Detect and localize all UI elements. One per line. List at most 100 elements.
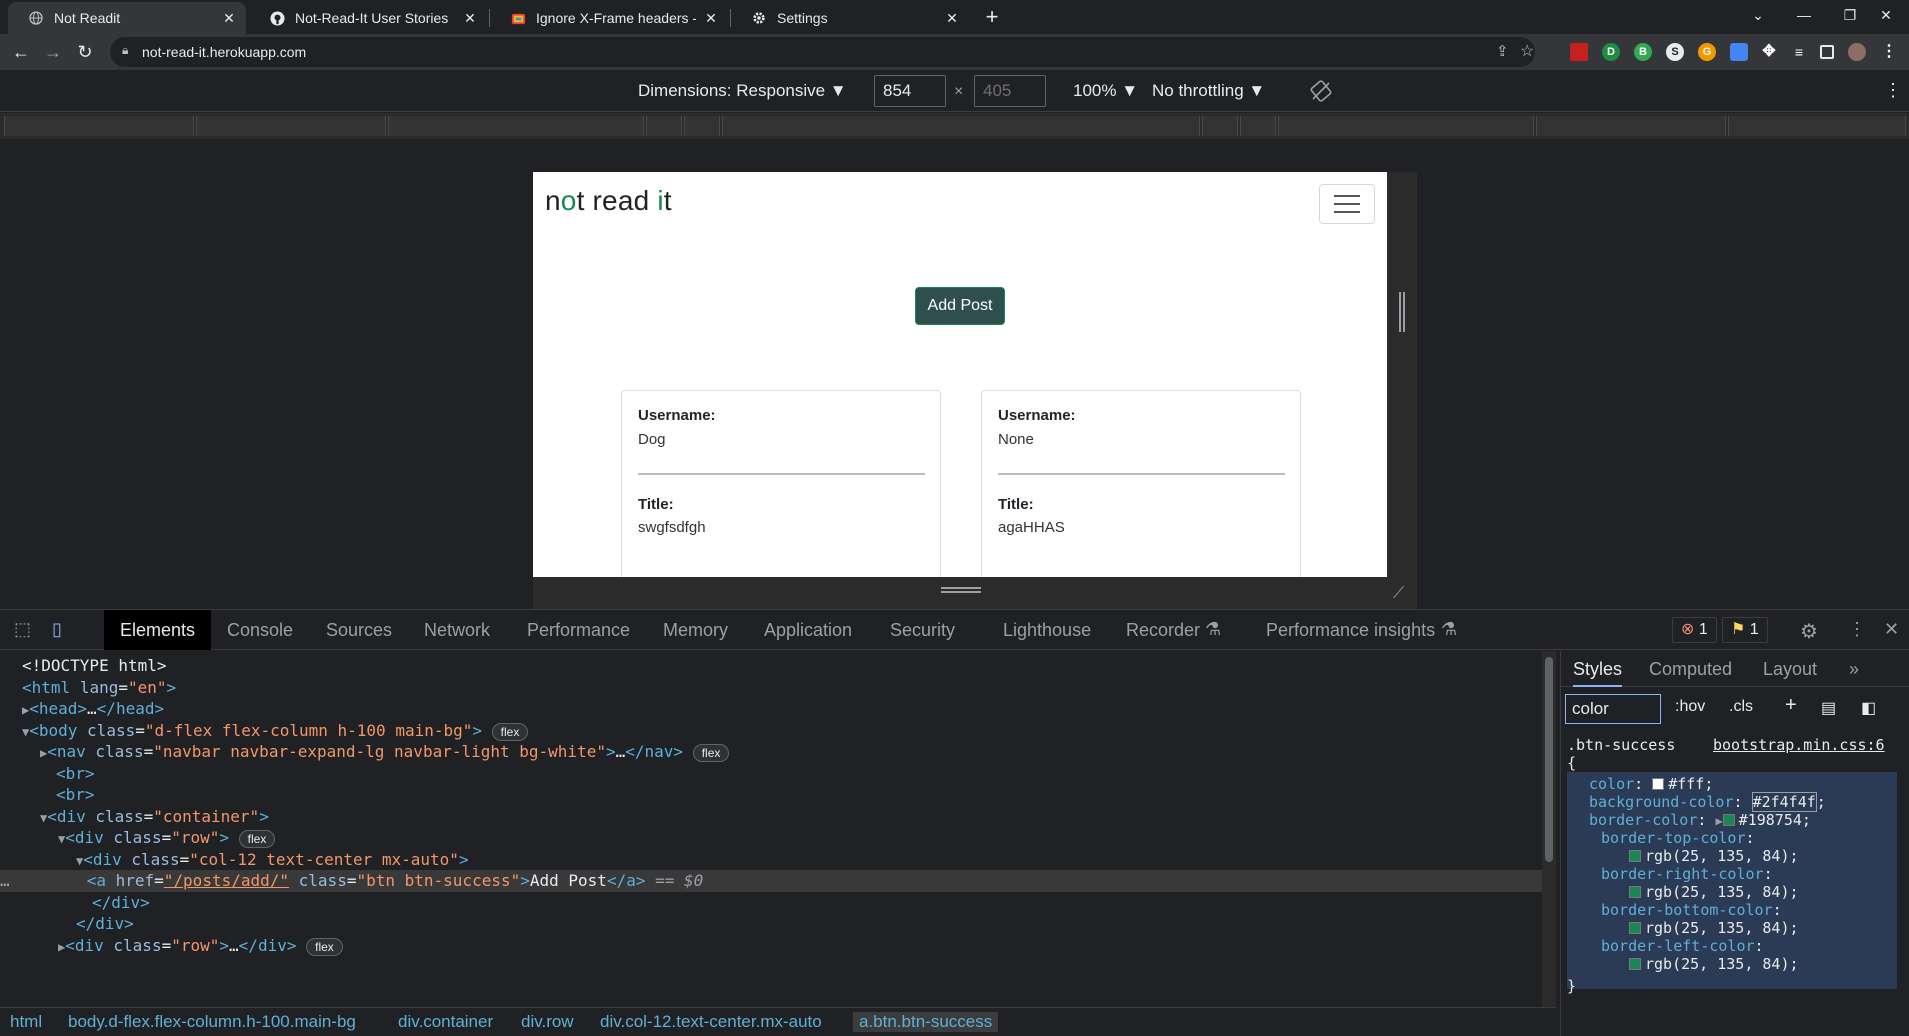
extension-b-icon[interactable]: B <box>1634 43 1652 61</box>
tab-computed[interactable]: Computed <box>1649 651 1732 687</box>
breadcrumb-item[interactable]: div.row <box>521 1012 574 1032</box>
tab-memory[interactable]: Memory <box>647 610 744 650</box>
settings-gear-icon[interactable]: ⚙ <box>1800 619 1818 644</box>
sidebar-toggle-icon[interactable]: ◧ <box>1861 698 1876 718</box>
dom-node[interactable]: ▼<div class="col-12 text-center mx-auto"… <box>76 849 469 871</box>
warning-count-badge[interactable]: ⚑ 1 <box>1722 617 1768 643</box>
color-declaration[interactable]: color: #fff; <box>1589 775 1713 793</box>
breadcrumb-item[interactable]: div.container <box>398 1012 493 1032</box>
rule-selector[interactable]: .btn-success <box>1567 736 1675 754</box>
new-tab-button[interactable]: + <box>978 4 1006 32</box>
width-input[interactable] <box>874 75 946 107</box>
tab-layout[interactable]: Layout <box>1763 651 1817 687</box>
breadcrumb-item[interactable]: body.d-flex.flex-column.h-100.main-bg <box>68 1012 356 1032</box>
tab-elements[interactable]: Elements <box>104 610 212 650</box>
border-bottom-color-value[interactable]: rgb(25, 135, 84); <box>1629 919 1799 937</box>
side-panel-icon[interactable] <box>1820 45 1834 59</box>
tab-console[interactable]: Console <box>211 610 309 650</box>
dom-node[interactable]: </div> <box>76 913 134 935</box>
device-toggle-icon[interactable]: ▯ <box>52 619 62 640</box>
add-post-button[interactable]: Add Post <box>915 287 1005 325</box>
browser-tab-ignore-xframe[interactable]: Ignore X-Frame headers - Chrom ✕ <box>490 2 728 34</box>
media-query-segment[interactable] <box>1202 116 1238 136</box>
extension-red-icon[interactable] <box>1570 43 1588 61</box>
dom-tree[interactable]: <!DOCTYPE html> <html lang="en"> ▶<head>… <box>0 651 1542 1007</box>
tab-sources[interactable]: Sources <box>310 610 408 650</box>
address-bar[interactable]: 🔒︎ not-read-it.herokuapp.com ⇪ ☆ <box>110 37 1535 67</box>
media-query-segment[interactable] <box>1536 116 1726 136</box>
share-icon[interactable]: ⇪ <box>1496 42 1509 60</box>
styles-filter-input[interactable] <box>1565 694 1661 724</box>
tab-application[interactable]: Application <box>748 610 868 650</box>
background-color-declaration[interactable]: background-color: #2f4f4f; <box>1589 792 1826 812</box>
tab-network[interactable]: Network <box>408 610 506 650</box>
more-options-icon[interactable]: ⋮ <box>1884 80 1902 101</box>
dimensions-select[interactable]: Dimensions: Responsive ▼ <box>638 81 847 101</box>
close-tab-icon[interactable]: ✕ <box>945 10 959 27</box>
dom-node[interactable]: ▼<body class="d-flex flex-column h-100 m… <box>22 720 529 742</box>
rule-source-link[interactable]: bootstrap.min.css:6 <box>1713 736 1885 754</box>
dom-node[interactable]: ▶<div class="row">…</div> flex <box>58 935 343 957</box>
media-query-segment[interactable] <box>646 116 682 136</box>
dom-node[interactable]: <!DOCTYPE html> <box>22 655 167 677</box>
more-options-icon[interactable]: ⋮ <box>1848 619 1866 640</box>
breadcrumb-item[interactable]: a.btn.btn-success <box>853 1012 999 1032</box>
extension-orange-icon[interactable]: G <box>1698 43 1716 61</box>
media-query-segment[interactable] <box>1278 116 1534 136</box>
dom-node[interactable]: ▼<div class="row"> flex <box>58 827 276 849</box>
more-tabs-icon[interactable]: » <box>1849 651 1859 687</box>
bookmark-star-icon[interactable]: ☆ <box>1520 41 1534 61</box>
border-right-color-value[interactable]: rgb(25, 135, 84); <box>1629 883 1799 901</box>
dom-node[interactable]: <br> <box>56 763 95 785</box>
browser-tab-settings[interactable]: Settings ✕ <box>731 2 969 34</box>
tab-security[interactable]: Security <box>874 610 971 650</box>
scrollbar-thumb[interactable] <box>1545 657 1553 862</box>
new-rule-icon[interactable]: + <box>1785 694 1797 717</box>
breadcrumb-item[interactable]: html <box>10 1012 42 1032</box>
media-query-segment[interactable] <box>388 116 644 136</box>
inspect-element-icon[interactable]: ⬚ <box>14 619 31 640</box>
close-window-button[interactable]: ✕ <box>1863 0 1909 30</box>
back-icon[interactable]: ← <box>8 39 34 65</box>
dom-node[interactable]: </div> <box>92 892 150 914</box>
tab-styles[interactable]: Styles <box>1573 651 1623 687</box>
browser-tab-not-readit[interactable]: Not Readit ✕ <box>8 2 246 34</box>
avatar[interactable] <box>1848 43 1866 61</box>
tab-performance-insights[interactable]: Performance insights <box>1250 610 1451 650</box>
navbar-toggler-button[interactable] <box>1319 184 1375 224</box>
close-tab-icon[interactable]: ✕ <box>704 10 718 27</box>
hover-state-toggle[interactable]: :hov <box>1675 698 1705 716</box>
height-input[interactable] <box>974 75 1046 107</box>
paint-icon[interactable]: ▤ <box>1821 698 1836 718</box>
dom-scrollbar[interactable] <box>1542 651 1556 1007</box>
menu-icon[interactable]: ⋮ <box>1880 43 1898 61</box>
brand-logo[interactable]: not read it <box>545 185 672 217</box>
media-query-segment[interactable] <box>4 116 194 136</box>
media-query-segment[interactable] <box>1240 116 1276 136</box>
dom-node[interactable]: <html lang="en"> <box>22 677 176 699</box>
reload-icon[interactable]: ↻ <box>72 39 98 65</box>
dom-node[interactable]: ▶<head>…</head> <box>22 698 164 720</box>
minimize-button[interactable]: — <box>1781 0 1827 30</box>
resize-handle-bottom[interactable]: ⟋ <box>533 577 1417 609</box>
close-tab-icon[interactable]: ✕ <box>222 10 236 27</box>
rotate-icon[interactable] <box>1310 80 1332 102</box>
dom-node[interactable]: ▶<nav class="navbar navbar-expand-lg nav… <box>40 741 730 763</box>
dom-node-selected[interactable]: … <a href="/posts/add/" class="btn btn-s… <box>0 870 1542 892</box>
forward-icon[interactable]: → <box>40 39 66 65</box>
class-toggle[interactable]: .cls <box>1729 698 1753 716</box>
media-query-segment[interactable] <box>196 116 386 136</box>
extension-s-icon[interactable]: S <box>1666 43 1684 61</box>
tab-lighthouse[interactable]: Lighthouse <box>987 610 1107 650</box>
media-query-segment[interactable] <box>722 116 1200 136</box>
media-query-segment[interactable] <box>684 116 720 136</box>
dom-node[interactable]: <br> <box>56 784 95 806</box>
resize-corner-icon[interactable]: ⟋ <box>1393 585 1404 603</box>
border-top-color-value[interactable]: rgb(25, 135, 84); <box>1629 847 1799 865</box>
extension-green-icon[interactable]: D <box>1602 43 1620 61</box>
close-tab-icon[interactable]: ✕ <box>463 10 477 27</box>
tab-performance[interactable]: Performance <box>511 610 646 650</box>
breadcrumb-item[interactable]: div.col-12.text-center.mx-auto <box>600 1012 822 1032</box>
throttling-select[interactable]: No throttling ▼ <box>1152 81 1265 101</box>
tab-recorder[interactable]: Recorder <box>1110 610 1216 650</box>
